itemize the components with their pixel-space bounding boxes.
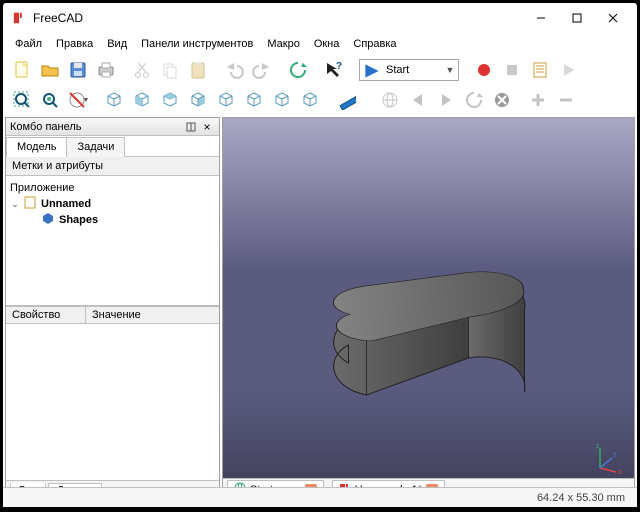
copy-button[interactable] <box>157 57 183 83</box>
property-name-column[interactable]: Свойство <box>6 307 86 323</box>
macro-record-button[interactable] <box>471 57 497 83</box>
property-value-column[interactable]: Значение <box>86 307 219 323</box>
view-top-button[interactable] <box>157 87 183 113</box>
view-left-button[interactable] <box>269 87 295 113</box>
draw-style-button[interactable]: ▼ <box>65 87 91 113</box>
panel-close-button[interactable]: × <box>199 119 215 135</box>
nav-forward-button[interactable] <box>433 87 459 113</box>
undo-button[interactable] <box>221 57 247 83</box>
view-bottom-button[interactable] <box>241 87 267 113</box>
minimize-button[interactable] <box>523 5 559 31</box>
redo-button[interactable] <box>249 57 275 83</box>
macro-run-button[interactable] <box>555 57 581 83</box>
model-tree[interactable]: Приложение ⌄ Unnamed Shapes <box>6 176 219 306</box>
start-workbench-icon <box>362 61 380 79</box>
refresh-button[interactable] <box>285 57 311 83</box>
panel-float-button[interactable] <box>183 119 199 135</box>
tab-model[interactable]: Модель <box>6 137 67 157</box>
mesh-icon <box>42 212 55 228</box>
tree-document: ⌄ Unnamed <box>10 196 215 212</box>
zoom-out-button[interactable] <box>553 87 579 113</box>
svg-text:z: z <box>596 443 600 450</box>
expand-icon[interactable]: ⌄ <box>10 199 20 210</box>
document-icon <box>24 196 37 212</box>
view-front-button[interactable] <box>129 87 155 113</box>
print-button[interactable] <box>93 57 119 83</box>
menu-windows[interactable]: Окна <box>308 36 346 52</box>
workbench-selector[interactable]: Start ▼ <box>359 59 459 81</box>
menu-macro[interactable]: Макро <box>261 36 305 52</box>
toolbar-view: ▼ <box>3 85 637 115</box>
menu-view[interactable]: Вид <box>101 36 133 52</box>
menu-edit[interactable]: Правка <box>50 36 99 52</box>
svg-text:x: x <box>618 469 622 474</box>
combo-panel: Комбо панель × Модель Задачи Метки и атр… <box>5 117 220 501</box>
property-view: Свойство Значение <box>6 306 219 480</box>
macro-list-button[interactable] <box>527 57 553 83</box>
dropdown-arrow-icon: ▼ <box>444 65 458 75</box>
combo-panel-title: Комбо панель <box>10 121 183 133</box>
view-axo-button[interactable] <box>297 87 323 113</box>
window-title: FreeCAD <box>33 11 523 25</box>
model-render <box>223 118 634 478</box>
workbench-name: Start <box>382 64 444 76</box>
svg-text:?: ? <box>336 61 342 72</box>
measure-button[interactable] <box>333 87 359 113</box>
paste-button[interactable] <box>185 57 211 83</box>
status-bar: 64.24 x 55.30 mm <box>3 487 637 507</box>
status-dimensions: 64.24 x 55.30 mm <box>537 492 625 504</box>
save-button[interactable] <box>65 57 91 83</box>
macro-stop-button[interactable] <box>499 57 525 83</box>
menu-file[interactable]: Файл <box>9 36 48 52</box>
zoom-in-button[interactable] <box>525 87 551 113</box>
fit-selection-button[interactable] <box>37 87 63 113</box>
tree-header: Метки и атрибуты <box>6 157 219 176</box>
tree-root: Приложение <box>10 180 215 196</box>
whatsthis-button[interactable]: ? <box>321 57 347 83</box>
fit-all-button[interactable] <box>9 87 35 113</box>
svg-text:y: y <box>613 451 617 458</box>
view-iso-button[interactable] <box>101 87 127 113</box>
3d-viewport[interactable]: x z y Start page × Unnamed : 1* × <box>222 117 635 501</box>
new-button[interactable] <box>9 57 35 83</box>
menu-toolbars[interactable]: Панели инструментов <box>135 36 259 52</box>
view-rear-button[interactable] <box>213 87 239 113</box>
nav-stop-button[interactable] <box>489 87 515 113</box>
tab-tasks[interactable]: Задачи <box>66 137 125 157</box>
axis-indicator: x z y <box>594 440 628 474</box>
nav-back-button[interactable] <box>405 87 431 113</box>
view-right-button[interactable] <box>185 87 211 113</box>
menu-help[interactable]: Справка <box>347 36 402 52</box>
menu-bar: Файл Правка Вид Панели инструментов Макр… <box>3 33 637 55</box>
tree-item-shapes: Shapes <box>10 212 215 228</box>
close-button[interactable] <box>595 5 631 31</box>
open-button[interactable] <box>37 57 63 83</box>
app-logo <box>13 11 27 25</box>
cut-button[interactable] <box>129 57 155 83</box>
toolbar-file: ? Start ▼ <box>3 55 637 85</box>
nav-refresh-button[interactable] <box>461 87 487 113</box>
maximize-button[interactable] <box>559 5 595 31</box>
nav-link-button[interactable] <box>377 87 403 113</box>
